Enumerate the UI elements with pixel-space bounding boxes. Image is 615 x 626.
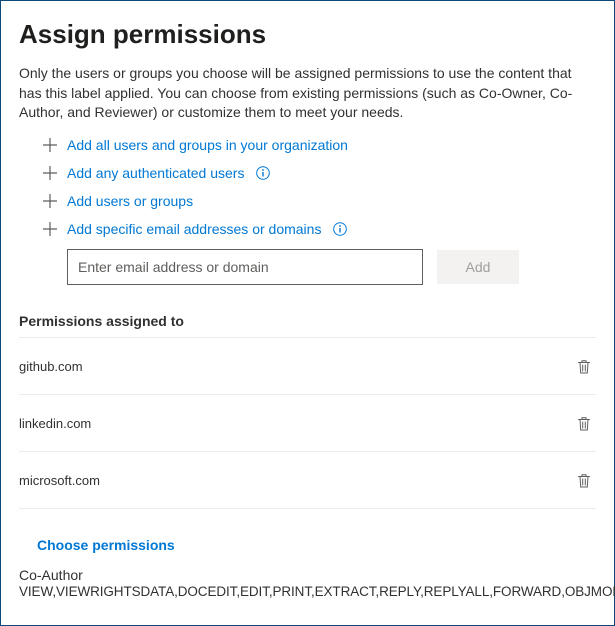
info-icon[interactable] [333, 222, 347, 236]
assigned-name: microsoft.com [19, 473, 100, 488]
role-name: Co-Author [19, 567, 596, 583]
assigned-row: microsoft.com [19, 452, 596, 509]
email-input-row: Add [67, 249, 596, 285]
plus-icon [43, 166, 57, 180]
add-auth-users-option[interactable]: Add any authenticated users [43, 165, 596, 181]
add-users-groups-link: Add users or groups [67, 193, 193, 209]
add-button[interactable]: Add [437, 250, 519, 284]
trash-icon[interactable] [576, 415, 592, 433]
assigned-list: github.com linkedin.com microsoft.com [19, 337, 596, 509]
assigned-row: github.com [19, 337, 596, 395]
email-domain-input[interactable] [67, 249, 423, 285]
assigned-name: linkedin.com [19, 416, 91, 431]
trash-icon[interactable] [576, 472, 592, 490]
permissions-assigned-label: Permissions assigned to [19, 313, 596, 329]
choose-permissions-link[interactable]: Choose permissions [37, 537, 596, 553]
add-email-domains-link: Add specific email addresses or domains [67, 221, 321, 237]
role-permissions-list: VIEW,VIEWRIGHTSDATA,DOCEDIT,EDIT,PRINT,E… [19, 584, 596, 599]
add-auth-users-link: Add any authenticated users [67, 165, 244, 181]
assigned-row: linkedin.com [19, 395, 596, 452]
assigned-name: github.com [19, 359, 83, 374]
plus-icon [43, 222, 57, 236]
plus-icon [43, 194, 57, 208]
add-users-groups-option[interactable]: Add users or groups [43, 193, 596, 209]
add-email-domains-option[interactable]: Add specific email addresses or domains [43, 221, 596, 237]
add-options-list: Add all users and groups in your organiz… [43, 137, 596, 237]
trash-icon[interactable] [576, 358, 592, 376]
plus-icon [43, 138, 57, 152]
page-title: Assign permissions [19, 19, 596, 50]
intro-text: Only the users or groups you choose will… [19, 64, 596, 123]
add-all-users-option[interactable]: Add all users and groups in your organiz… [43, 137, 596, 153]
info-icon[interactable] [256, 166, 270, 180]
add-all-users-link: Add all users and groups in your organiz… [67, 137, 348, 153]
